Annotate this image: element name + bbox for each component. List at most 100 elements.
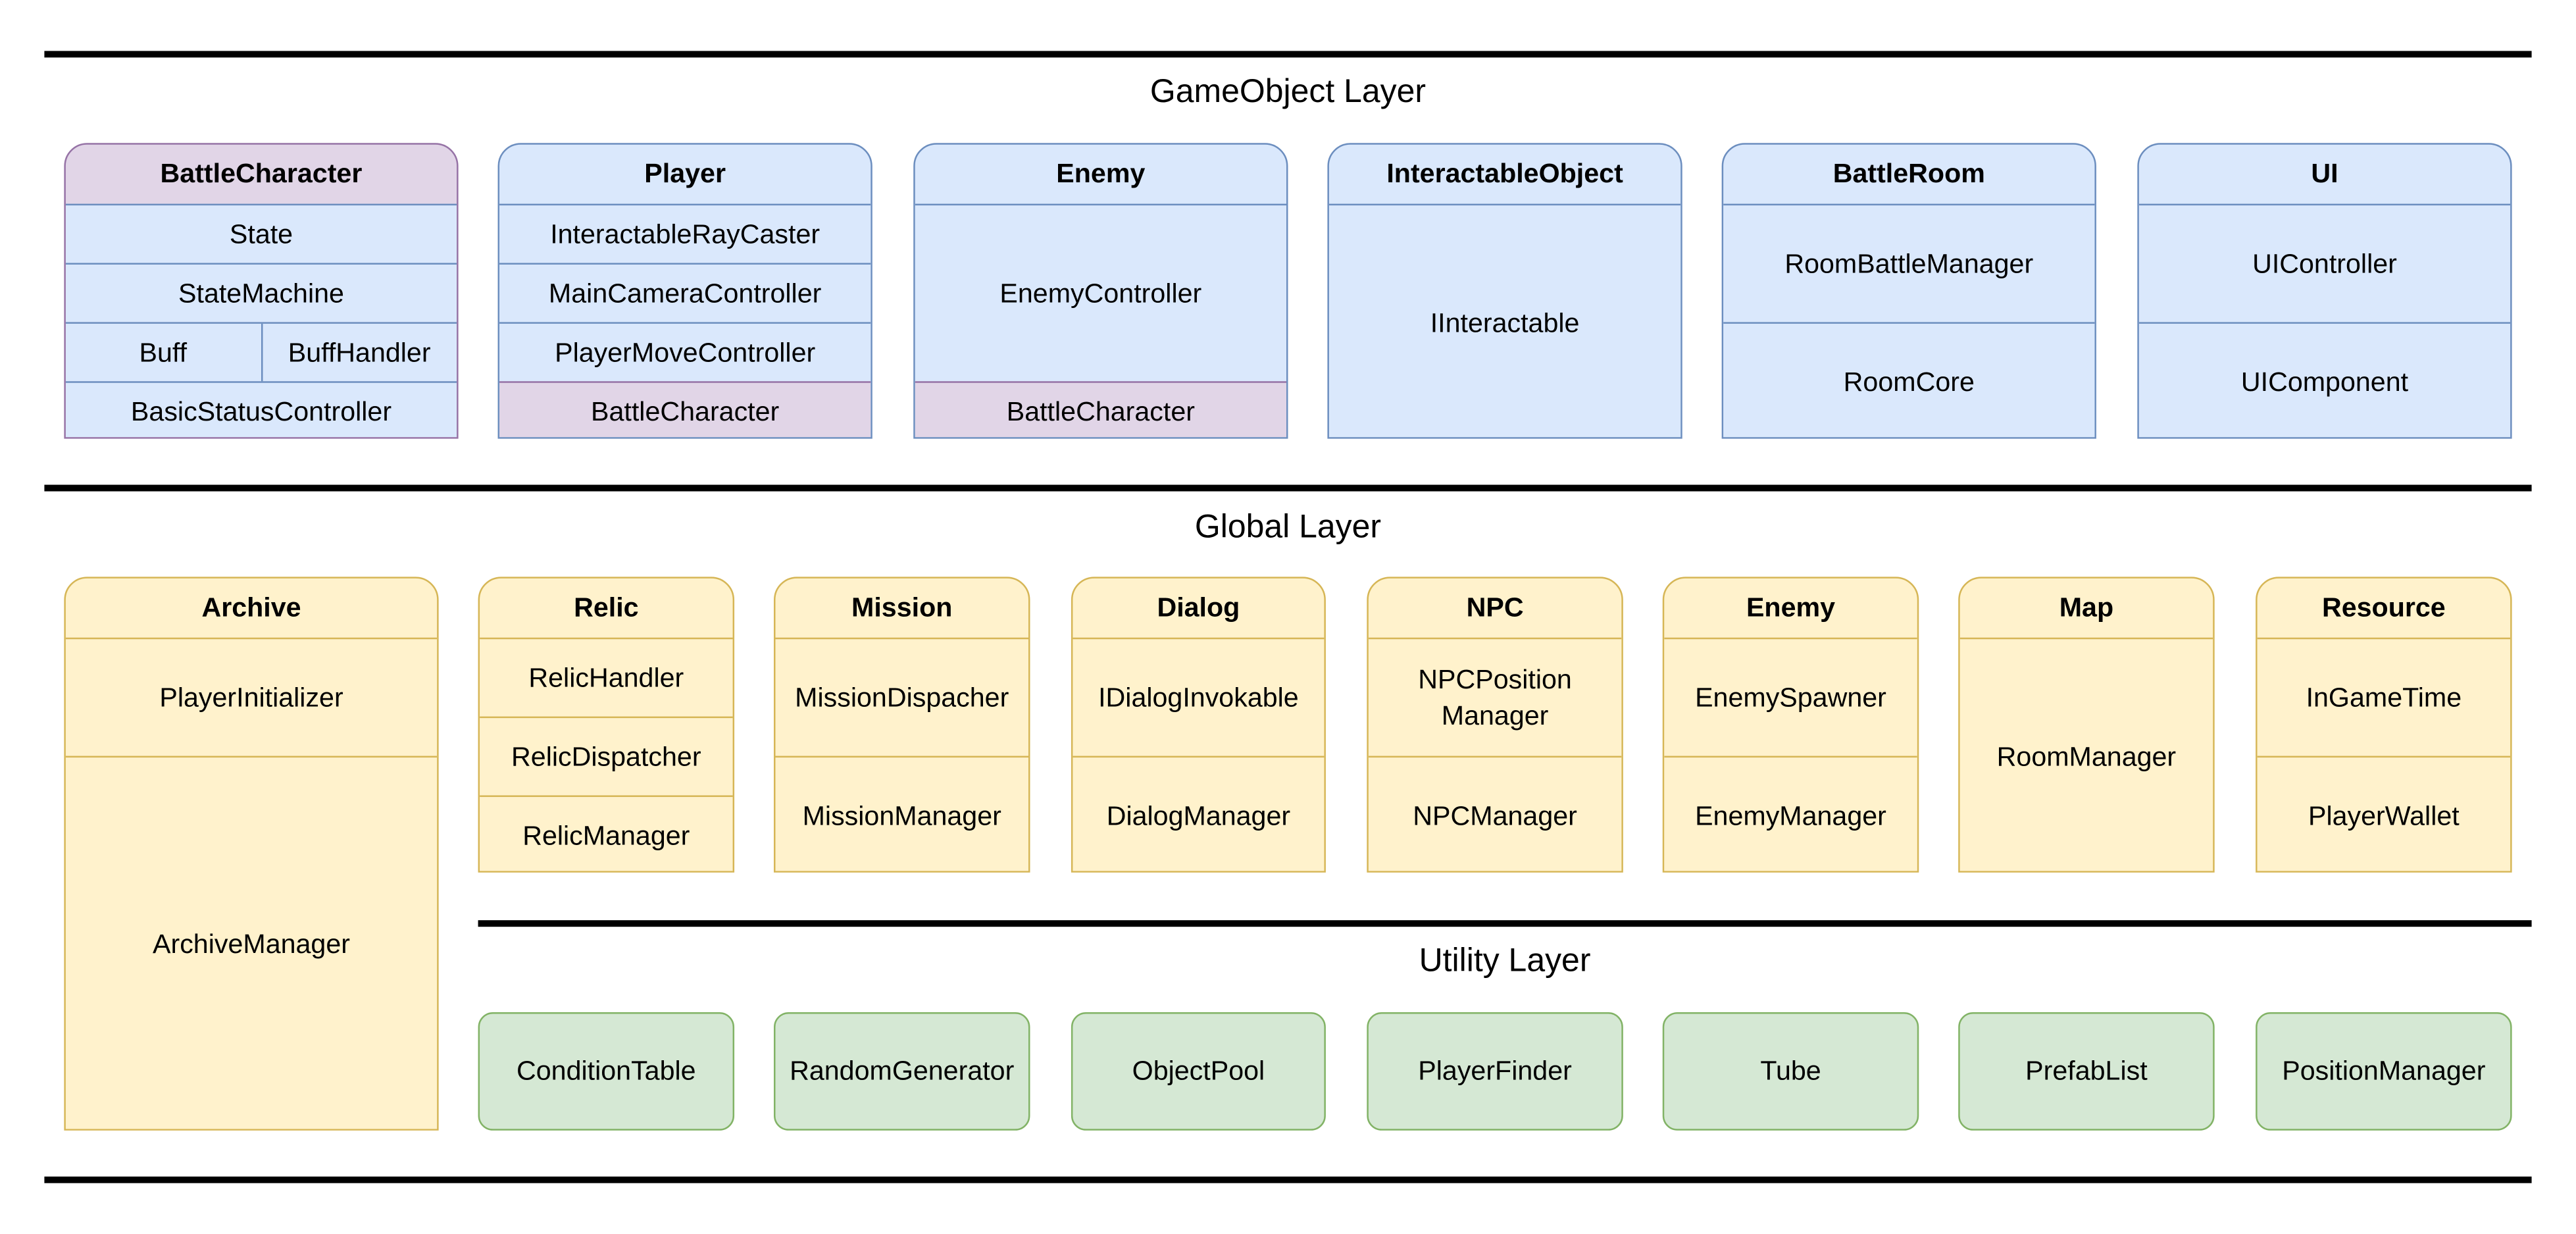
gameobject-ui-box: UI UIController UIComponent [2137,143,2512,439]
box-header: Relic [574,593,639,623]
box-header: Player [644,159,726,190]
utility-condition-table-box: ConditionTable [478,1012,735,1131]
component-in-game-time: InGameTime [2306,682,2462,713]
box-row: ArchiveManager [65,756,438,1129]
component-uicomponent: UIComponent [2240,367,2409,397]
global-archive-box: Archive PlayerInitializer ArchiveManager [64,577,439,1131]
box-header: NPC [1466,593,1524,623]
component-basic-status-controller: BasicStatusController [130,396,392,426]
gameobject-player-box: Player InteractableRayCaster MainCameraCon… [497,143,872,439]
box-row: RelicManager [480,795,733,871]
box-row: MainCameraController [499,263,871,322]
box-row: NPCPosition Manager [1368,637,1622,756]
box-header: InteractableObject [1386,159,1623,190]
box-row: PlayerMoveController [499,322,871,382]
box-row: RoomCore [1723,322,2095,438]
component-npcposition-manager: NPCPosition Manager [1418,664,1572,731]
box-row: UIController [2138,203,2511,322]
component-uicontroller: UIController [2252,249,2397,279]
gameobject-battle-room-box: BattleRoom RoomBattleManager RoomCore [1721,143,2096,439]
global-enemy-box: Enemy EnemySpawner EnemyManager [1662,577,1919,873]
component-buff: Buff [139,338,188,368]
global-relic-box: Relic RelicHandler RelicDispatcher RelicMan… [478,577,735,873]
utility-layer-title: Utility Layer [1419,943,1591,980]
global-dialog-box: Dialog IDialogInvokable DialogManager [1071,577,1326,873]
box-row: BattleCharacter [915,381,1286,438]
box-row: InteractableRayCaster [499,203,871,263]
component-state: State [229,219,293,249]
gameobject-layer-title: GameObject Layer [1149,74,1427,111]
box-row: BasicStatusController [65,381,457,438]
box-row: RoomBattleManager [1723,203,2095,322]
component-dialog-manager: DialogManager [1106,801,1291,831]
utility-player-finder-box: PlayerFinder [1367,1012,1623,1131]
component-room-core: RoomCore [1843,367,1975,397]
box-row: DialogManager [1073,756,1325,871]
component-player-initializer: PlayerInitializer [159,682,343,713]
box-row: IDialogInvokable [1073,637,1325,756]
component-enemy-controller: EnemyController [999,278,1202,309]
divider-gameobject-global [44,484,2532,492]
box-row: EnemyController [915,203,1286,382]
component-buff-handler: BuffHandler [260,323,457,382]
utility-object-pool-box: ObjectPool [1071,1012,1326,1131]
component-battle-character: BattleCharacter [591,396,780,426]
box-row: State [65,203,457,263]
box-row: StateMachine [65,263,457,322]
box-row: Buff BuffHandler [65,322,457,382]
global-mission-box: Mission MissionDispacher MissionManager [773,577,1030,873]
box-row: RelicDispatcher [480,716,733,796]
component-state-machine: StateMachine [178,278,344,309]
box-header: Archive [201,593,301,623]
component-room-battle-manager: RoomBattleManager [1784,249,2034,279]
box-header: BattleRoom [1832,159,1985,190]
box-header: UI [2311,159,2338,190]
component-archive-manager: ArchiveManager [153,930,350,960]
box-header: Enemy [1056,159,1146,190]
component-idialog-invokable: IDialogInvokable [1098,682,1299,713]
box-header: Resource [2321,593,2446,623]
box-row: RelicHandler [480,637,733,717]
divider-global-utility [478,920,2532,927]
utility-random-generator-box: RandomGenerator [773,1012,1030,1131]
box-row: MissionManager [775,756,1028,871]
global-resource-box: Resource InGameTime PlayerWallet [2256,577,2512,873]
component-mission-dispacher: MissionDispacher [795,682,1009,713]
global-npc-box: NPC NPCPosition Manager NPCManager [1367,577,1623,873]
component-npcmanager: NPCManager [1413,801,1577,831]
utility-position-manager-box: PositionManager [2256,1012,2512,1131]
box-row: BattleCharacter [499,381,871,438]
utility-tube-box: Tube [1662,1012,1919,1131]
component-mission-manager: MissionManager [802,801,1001,831]
box-row: EnemySpawner [1664,637,1917,756]
box-header: Enemy [1746,593,1836,623]
architecture-diagram: GameObject Layer Global Layer Utility La… [0,0,2576,1234]
box-header: Map [2059,593,2114,623]
component-battle-character: BattleCharacter [1006,396,1195,426]
component-relic-manager: RelicManager [522,821,690,851]
component-room-manager: RoomManager [1996,742,2177,772]
box-row: UIComponent [2138,322,2511,438]
component-relic-dispatcher: RelicDispatcher [511,742,701,772]
component-iinteractable: IInteractable [1430,308,1580,338]
component-interactable-ray-caster: InteractableRayCaster [550,219,821,249]
component-main-camera-controller: MainCameraController [548,278,822,309]
box-header: Dialog [1157,593,1240,623]
gameobject-enemy-box: Enemy EnemyController BattleCharacter [913,143,1288,439]
box-header: Mission [851,593,953,623]
box-row: MissionDispacher [775,637,1028,756]
component-player-move-controller: PlayerMoveController [555,338,816,368]
gameobject-interactable-object-box: InteractableObject IInteractable [1327,143,1682,439]
box-header: BattleCharacter [160,159,363,190]
component-enemy-spawner: EnemySpawner [1695,682,1886,713]
gameobject-battle-character-box: BattleCharacter State StateMachine Buff Buff… [64,143,459,439]
component-enemy-manager: EnemyManager [1695,801,1886,831]
box-row: IInteractable [1328,203,1681,438]
box-row: RoomManager [1959,637,2213,871]
box-row: NPCManager [1368,756,1622,871]
utility-prefab-list-box: PrefabList [1958,1012,2215,1131]
divider-top [44,51,2532,58]
component-relic-handler: RelicHandler [528,663,684,693]
box-row: EnemyManager [1664,756,1917,871]
component-player-wallet: PlayerWallet [2308,801,2460,831]
